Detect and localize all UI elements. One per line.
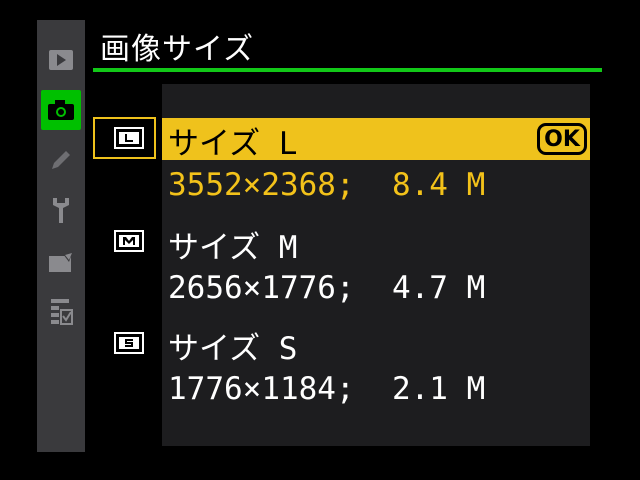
size-l-icon: [114, 127, 144, 149]
option-detail: 2656×1776; 4.7 M: [168, 270, 486, 306]
camera-icon[interactable]: [41, 90, 81, 130]
option-label[interactable]: サイズ S: [168, 323, 297, 368]
pencil-icon[interactable]: [37, 140, 85, 180]
menu-sidebar: [37, 20, 85, 452]
option-label[interactable]: サイズ M: [168, 222, 297, 267]
title-divider: [93, 68, 602, 72]
option-label: サイズ L: [168, 126, 298, 162]
option-detail: 3552×2368; 8.4 M: [168, 167, 486, 203]
option-detail: 1776×1184; 2.1 M: [168, 371, 486, 407]
playback-icon[interactable]: [37, 40, 85, 80]
size-m-icon: [114, 230, 144, 252]
page-title: 画像サイズ: [100, 32, 255, 67]
wrench-icon[interactable]: [37, 190, 85, 230]
my-menu-icon[interactable]: [37, 292, 85, 332]
size-s-icon: [114, 332, 144, 354]
ok-button-icon[interactable]: OK: [537, 123, 587, 155]
retouch-icon[interactable]: [37, 242, 85, 282]
